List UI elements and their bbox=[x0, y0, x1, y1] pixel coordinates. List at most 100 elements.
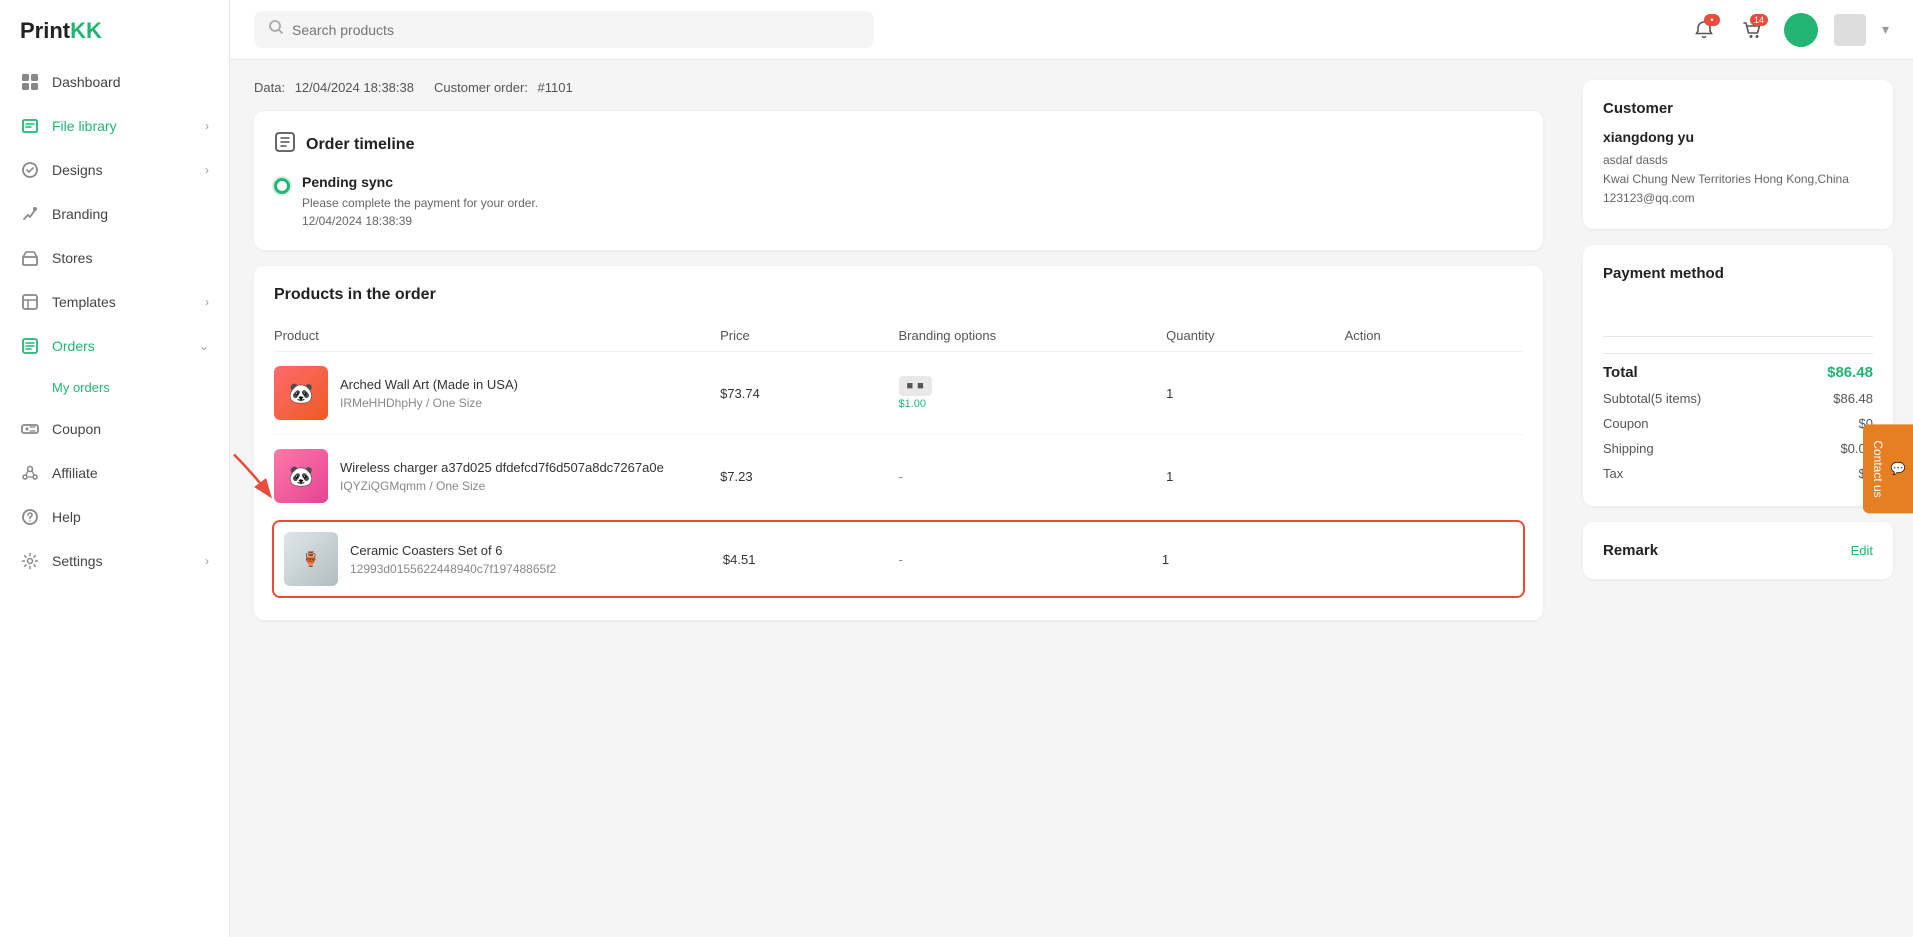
product-info: Arched Wall Art (Made in USA) IRMeHHDhpH… bbox=[340, 376, 518, 410]
payment-content bbox=[1603, 294, 1873, 324]
search-input[interactable] bbox=[292, 22, 860, 38]
topbar-right: • 14 ▾ bbox=[1688, 13, 1889, 47]
col-action: Action bbox=[1345, 328, 1523, 343]
pending-sync-dot bbox=[274, 178, 290, 194]
product-variant: 12993d0155622448940c7f19748865f2 bbox=[350, 562, 556, 576]
summary-shipping-row: Shipping $0.00 bbox=[1603, 436, 1873, 461]
product-thumbnail: 🏺 bbox=[284, 532, 338, 586]
sidebar-item-settings[interactable]: Settings › bbox=[0, 539, 229, 583]
branding-price: $1.00 bbox=[899, 398, 1167, 410]
settings-icon bbox=[20, 551, 40, 571]
avatar[interactable] bbox=[1784, 13, 1818, 47]
sidebar-item-label: Affiliate bbox=[52, 465, 98, 481]
topbar: • 14 ▾ bbox=[230, 0, 1913, 60]
customer-section-title: Customer bbox=[1603, 100, 1873, 117]
timeline-description: Please complete the payment for your ord… bbox=[302, 194, 538, 230]
sidebar-item-label: Stores bbox=[52, 250, 92, 266]
price-cell: $7.23 bbox=[720, 469, 898, 484]
product-name: Arched Wall Art (Made in USA) bbox=[340, 376, 518, 394]
stores-icon bbox=[20, 248, 40, 268]
user-placeholder bbox=[1834, 14, 1866, 46]
customer-address: asdaf dasds Kwai Chung New Territories H… bbox=[1603, 151, 1873, 209]
quantity-cell: 1 bbox=[1162, 552, 1338, 567]
payment-method-title: Payment method bbox=[1603, 265, 1873, 282]
branding-cell: - bbox=[899, 469, 1167, 484]
total-amount: $86.48 bbox=[1827, 364, 1873, 381]
right-sidebar: Customer xiangdong yu asdaf dasds Kwai C… bbox=[1563, 60, 1913, 937]
sidebar-navigation: Dashboard File library › Designs › Brand… bbox=[0, 60, 229, 937]
sidebar-item-branding[interactable]: Branding bbox=[0, 192, 229, 236]
order-date: Data: 12/04/2024 18:38:38 bbox=[254, 80, 414, 95]
main-area: • 14 ▾ Data: 12/04/2024 18:38:38 Custome… bbox=[230, 0, 1913, 937]
quantity-cell: 1 bbox=[1166, 469, 1344, 484]
timeline-title: Order timeline bbox=[274, 131, 1523, 158]
dashboard-icon bbox=[20, 72, 40, 92]
branding-cell: ■■ $1.00 bbox=[899, 376, 1167, 410]
branding-button[interactable]: ■■ bbox=[899, 376, 932, 396]
table-row: 🐼 Arched Wall Art (Made in USA) IRMeHHDh… bbox=[274, 352, 1523, 435]
sidebar-item-dashboard[interactable]: Dashboard bbox=[0, 60, 229, 104]
customer-order: Customer order: #1101 bbox=[434, 80, 573, 95]
sidebar-item-label: Settings bbox=[52, 553, 103, 569]
topbar-chevron-icon[interactable]: ▾ bbox=[1882, 21, 1889, 38]
sidebar-item-label: Branding bbox=[52, 206, 108, 222]
remark-card: Remark Edit bbox=[1583, 522, 1893, 579]
col-branding: Branding options bbox=[899, 328, 1167, 343]
product-thumbnail: 🐼 bbox=[274, 449, 328, 503]
timeline-status: Pending sync bbox=[302, 174, 538, 190]
sidebar-item-label: Help bbox=[52, 509, 81, 525]
chevron-right-icon: › bbox=[205, 163, 209, 177]
remark-title: Remark bbox=[1603, 542, 1658, 559]
product-info: Wireless charger a37d025 dfdefcd7f6d507a… bbox=[340, 459, 664, 493]
products-section-title: Products in the order bbox=[274, 286, 1523, 304]
remark-edit-button[interactable]: Edit bbox=[1851, 543, 1873, 558]
product-thumbnail: 🐼 bbox=[274, 366, 328, 420]
sidebar-item-templates[interactable]: Templates › bbox=[0, 280, 229, 324]
sidebar-item-help[interactable]: Help bbox=[0, 495, 229, 539]
search-bar[interactable] bbox=[254, 11, 874, 48]
sidebar-item-designs[interactable]: Designs › bbox=[0, 148, 229, 192]
sidebar-item-label: Templates bbox=[52, 294, 116, 310]
chevron-right-icon: › bbox=[205, 554, 209, 568]
sidebar-item-label: My orders bbox=[52, 380, 110, 395]
sidebar-item-my-orders[interactable]: My orders bbox=[0, 368, 229, 407]
remark-header: Remark Edit bbox=[1603, 542, 1873, 559]
timeline-entry: Pending sync Please complete the payment… bbox=[274, 174, 1523, 230]
products-table-header: Product Price Branding options Quantity … bbox=[274, 320, 1523, 352]
col-price: Price bbox=[720, 328, 898, 343]
sidebar-item-label: Coupon bbox=[52, 421, 101, 437]
product-variant: IRMeHHDhpHy / One Size bbox=[340, 396, 518, 410]
quantity-cell: 1 bbox=[1166, 386, 1344, 401]
chevron-down-icon: ⌄ bbox=[199, 339, 209, 353]
templates-icon bbox=[20, 292, 40, 312]
price-cell: $73.74 bbox=[720, 386, 898, 401]
col-quantity: Quantity bbox=[1166, 328, 1344, 343]
contact-us-button[interactable]: 💬 Contact us bbox=[1863, 424, 1913, 513]
cart-badge: 14 bbox=[1750, 14, 1768, 26]
content-main: Data: 12/04/2024 18:38:38 Customer order… bbox=[230, 60, 1563, 937]
chat-icon: 💬 bbox=[1891, 461, 1905, 476]
timeline-icon bbox=[274, 131, 296, 158]
coupon-icon bbox=[20, 419, 40, 439]
sidebar-item-affiliate[interactable]: Affiliate bbox=[0, 451, 229, 495]
sidebar-item-label: File library bbox=[52, 118, 117, 134]
sidebar-item-orders[interactable]: Orders ⌄ bbox=[0, 324, 229, 368]
branding-icon bbox=[20, 204, 40, 224]
product-cell: 🏺 Ceramic Coasters Set of 6 12993d015562… bbox=[284, 532, 723, 586]
chevron-right-icon: › bbox=[205, 295, 209, 309]
sidebar: PrintKK ‹ Dashboard File library › Desig… bbox=[0, 0, 230, 937]
sidebar-item-coupon[interactable]: Coupon bbox=[0, 407, 229, 451]
help-icon bbox=[20, 507, 40, 527]
sidebar-item-stores[interactable]: Stores bbox=[0, 236, 229, 280]
summary-total-row: Total $86.48 bbox=[1603, 353, 1873, 386]
sidebar-item-file-library[interactable]: File library › bbox=[0, 104, 229, 148]
cart-button[interactable]: 14 bbox=[1736, 14, 1768, 46]
payment-method-card: Payment method Total $86.48 Subtotal(5 i… bbox=[1583, 245, 1893, 506]
col-product: Product bbox=[274, 328, 720, 343]
order-header: Data: 12/04/2024 18:38:38 Customer order… bbox=[254, 80, 1543, 95]
product-cell: 🐼 Wireless charger a37d025 dfdefcd7f6d50… bbox=[274, 449, 720, 503]
branding-cell: - bbox=[898, 552, 1161, 567]
summary-tax-row: Tax $0 bbox=[1603, 461, 1873, 486]
product-variant: IQYZiQGMqmm / One Size bbox=[340, 479, 664, 493]
notifications-button[interactable]: • bbox=[1688, 14, 1720, 46]
